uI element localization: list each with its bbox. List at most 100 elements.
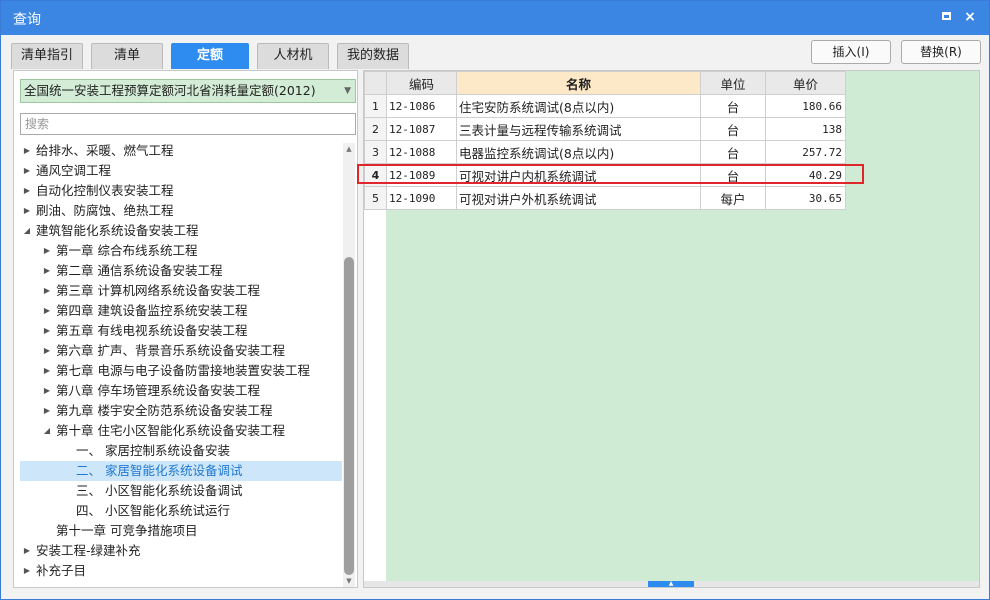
collapsed-arrow-icon[interactable]: ▶ [22,541,32,561]
tree-item[interactable]: ▶ 刷油、防腐蚀、绝热工程 [20,201,342,221]
code-header[interactable]: 编码 [386,71,457,95]
price-cell[interactable]: 138 [765,117,846,141]
collapsed-arrow-icon[interactable]: ▶ [42,261,52,281]
name-header[interactable]: 名称 [456,71,701,95]
tab-materials[interactable]: 人材机 [257,43,329,69]
tree-item[interactable]: ▶ 第九章 楼宇安全防范系统设备安装工程 [20,401,342,421]
collapsed-arrow-icon[interactable]: ▶ [42,241,52,261]
tree-item[interactable]: 二、 家居智能化系统设备调试 [20,461,342,481]
tree-item[interactable]: 三、 小区智能化系统设备调试 [20,481,342,501]
close-icon[interactable]: × [961,8,979,26]
tree-item[interactable]: ▶ 安装工程-绿建补充 [20,541,342,561]
row-index-cell: 1 [364,94,387,118]
tree-item[interactable]: ▶ 第七章 电源与电子设备防雷接地装置安装工程 [20,361,342,381]
table-row[interactable]: 1 12-1086 住宅安防系统调试(8点以内) 台 180.66 [364,94,846,118]
restore-icon[interactable] [937,8,955,26]
tab-bill-guide[interactable]: 清单指引 [11,43,83,69]
unit-cell[interactable]: 台 [700,117,766,141]
table-row[interactable]: 4 12-1089 可视对讲户内机系统调试台 40.29 [364,163,846,187]
name-cell[interactable]: 住宅安防系统调试(8点以内) [456,94,701,118]
row-header-gutter [364,210,386,582]
row-index-cell: 2 [364,117,387,141]
unit-cell[interactable]: 每户 [700,186,766,210]
tree-item[interactable]: ▶ 第一章 综合布线系统工程 [20,241,342,261]
tree-item-label: 第十一章 可竞争措施项目 [56,523,198,538]
tree-item[interactable]: ◢ 第十章 住宅小区智能化系统设备安装工程 [20,421,342,441]
expanded-arrow-icon[interactable]: ◢ [42,421,52,441]
splitter-up-icon[interactable]: ▲ [648,581,694,587]
scroll-down-icon[interactable]: ▼ [343,575,355,587]
tree-item[interactable]: ▶ 第四章 建筑设备监控系统安装工程 [20,301,342,321]
table-row[interactable]: 2 12-1087 三表计量与远程传输系统调试台 138 [364,117,846,141]
collapsed-arrow-icon[interactable]: ▶ [42,381,52,401]
price-header[interactable]: 单价 [765,71,846,95]
tree-item-label: 第六章 扩声、背景音乐系统设备安装工程 [56,343,285,358]
tree-item[interactable]: 四、 小区智能化系统试运行 [20,501,342,521]
expanded-arrow-icon[interactable]: ◢ [22,221,32,241]
name-cell[interactable]: 可视对讲户内机系统调试 [456,163,701,187]
code-cell[interactable]: 12-1087 [386,117,457,141]
name-cell[interactable]: 电器监控系统调试(8点以内) [456,140,701,164]
tree-scrollbar[interactable]: ▲ ▼ [343,143,355,587]
unit-header[interactable]: 单位 [700,71,766,95]
replace-button[interactable]: 替换(R) [901,40,981,64]
collapsed-arrow-icon[interactable]: ▶ [42,341,52,361]
quota-grid-panel: 编码 名称 单位 单价 1 12-1086 住宅安防系统调试(8点以内) 台 180.6… [357,70,980,588]
unit-cell[interactable]: 台 [700,140,766,164]
tree-item[interactable]: ▶ 补充子目 [20,561,342,581]
tab-quota[interactable]: 定额 [171,43,249,69]
insert-button[interactable]: 插入(I) [811,40,891,64]
collapsed-arrow-icon[interactable]: ▶ [22,201,32,221]
tree-item[interactable]: ◢ 建筑智能化系统设备安装工程 [20,221,342,241]
tab-my-data[interactable]: 我的数据 [337,43,409,69]
tree-item[interactable]: 一、 家居控制系统设备安装 [20,441,342,461]
scroll-thumb[interactable] [344,257,354,575]
collapsed-arrow-icon[interactable]: ▶ [22,141,32,161]
price-cell[interactable]: 180.66 [765,94,846,118]
tree-item[interactable]: 第十一章 可竞争措施项目 [20,521,342,541]
price-cell[interactable]: 30.65 [765,186,846,210]
tree-item-label: 第七章 电源与电子设备防雷接地装置安装工程 [56,363,310,378]
unit-cell[interactable]: 台 [700,163,766,187]
table-row[interactable]: 3 12-1088 电器监控系统调试(8点以内) 台 257.72 [364,140,846,164]
collapsed-arrow-icon[interactable]: ▶ [42,301,52,321]
collapsed-arrow-icon[interactable]: ▶ [42,361,52,381]
code-cell[interactable]: 12-1089 [386,163,457,187]
code-cell[interactable]: 12-1086 [386,94,457,118]
collapsed-arrow-icon[interactable]: ▶ [42,401,52,421]
table-row[interactable]: 5 12-1090 可视对讲户外机系统调试 每户 30.65 [364,186,846,210]
scroll-up-icon[interactable]: ▲ [343,143,355,155]
collapsed-arrow-icon[interactable]: ▶ [22,561,32,581]
name-cell[interactable]: 三表计量与远程传输系统调试 [456,117,701,141]
tree-item-label: 自动化控制仪表安装工程 [36,183,174,198]
collapsed-arrow-icon[interactable]: ▶ [42,281,52,301]
search-input[interactable] [20,113,356,135]
collapsed-arrow-icon[interactable]: ▶ [42,321,52,341]
horizontal-scrollbar[interactable]: ▲ [364,581,979,587]
collapsed-arrow-icon[interactable]: ▶ [22,161,32,181]
code-cell[interactable]: 12-1088 [386,140,457,164]
tree-item[interactable]: ▶ 第八章 停车场管理系统设备安装工程 [20,381,342,401]
price-cell[interactable]: 40.29 [765,163,846,187]
tab-bill[interactable]: 清单 [91,43,163,69]
tree-item[interactable]: ▶ 通风空调工程 [20,161,342,181]
tree-item[interactable]: ▶ 第三章 计算机网络系统设备安装工程 [20,281,342,301]
quota-library-select[interactable]: 全国统一安装工程预算定额河北省消耗量定额(2012) ▼ [20,79,356,103]
tree-item[interactable]: ▶ 第二章 通信系统设备安装工程 [20,261,342,281]
query-dialog: 查询 × 清单指引 清单 定额 人材机 我的数据 插入(I) 替换(R) 全国统… [0,0,990,600]
title-bar[interactable]: 查询 × [1,1,989,35]
tree-item[interactable]: ▶ 自动化控制仪表安装工程 [20,181,342,201]
code-cell[interactable]: 12-1090 [386,186,457,210]
tree-item[interactable]: ▶ 第五章 有线电视系统设备安装工程 [20,321,342,341]
tree-item-label: 通风空调工程 [36,163,112,178]
name-cell[interactable]: 可视对讲户外机系统调试 [456,186,701,210]
price-cell[interactable]: 257.72 [765,140,846,164]
tree-item-label: 建筑智能化系统设备安装工程 [36,223,199,238]
tree-item-label: 第三章 计算机网络系统设备安装工程 [56,283,260,298]
unit-cell[interactable]: 台 [700,94,766,118]
tree-item[interactable]: ▶ 第六章 扩声、背景音乐系统设备安装工程 [20,341,342,361]
tree-item-label: 刷油、防腐蚀、绝热工程 [36,203,174,218]
collapsed-arrow-icon[interactable]: ▶ [22,181,32,201]
row-index-cell: 5 [364,186,387,210]
tree-item[interactable]: ▶ 给排水、采暖、燃气工程 [20,141,342,161]
